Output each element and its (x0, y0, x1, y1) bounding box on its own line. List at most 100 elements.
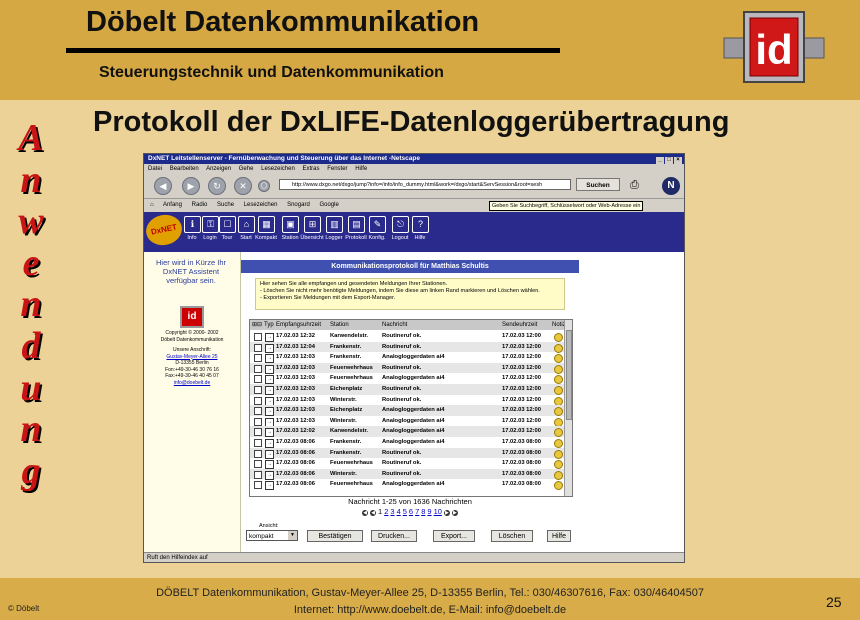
view-select[interactable]: kompakt ▼ (246, 530, 298, 541)
row-checkbox[interactable] (254, 460, 262, 469)
url-go-icon[interactable]: ◯ (258, 180, 270, 192)
chevron-down-icon[interactable]: ▼ (288, 531, 297, 540)
table-row[interactable]: → 17.02.03 12:03 Feuerwehrhaus Routineruf o… (250, 362, 564, 374)
table-row[interactable]: → 17.02.03 08:06 Feuerwehrhaus Routineruf o… (250, 458, 564, 470)
bookmark-anfang[interactable]: Anfang (163, 202, 182, 208)
nav--bersicht-icon[interactable]: ⊞ (304, 216, 321, 233)
nav-label[interactable]: Logger (322, 235, 346, 241)
table-row[interactable]: → 17.02.03 12:32 Karwendelstr. Routineruf o… (250, 331, 564, 342)
table-row[interactable]: → 17.02.03 08:06 Winterstr. Routineruf ok. 1… (250, 468, 564, 480)
back-icon[interactable]: ◀ (154, 177, 172, 195)
nav-start-icon[interactable]: ⌂ (238, 216, 255, 233)
col-nachricht[interactable]: Nachricht (382, 320, 407, 330)
table-row[interactable]: → 17.02.03 12:03 Eichenplatz Analogloggerda… (250, 405, 564, 417)
table-row[interactable]: → 17.02.03 08:06 Frankenstr. Analogloggerda… (250, 437, 564, 448)
page-link[interactable]: 5 (403, 507, 407, 516)
bookmark-lesezeichen[interactable]: Lesezeichen (244, 202, 278, 208)
row-checkbox[interactable] (254, 375, 262, 384)
page-link[interactable]: 10 (434, 507, 442, 516)
nav-info-icon[interactable]: ℹ (184, 216, 201, 233)
menu-hilfe[interactable]: Hilfe (355, 166, 367, 172)
delete-button[interactable]: Löschen (491, 530, 533, 542)
row-checkbox[interactable] (254, 364, 262, 373)
row-checkbox[interactable] (254, 417, 262, 426)
nav-label[interactable]: Übersicht (300, 235, 324, 241)
table-row[interactable]: → 17.02.03 08:06 Frankenstr. Routineruf ok.… (250, 447, 564, 459)
help-button[interactable]: Hilfe (547, 530, 571, 542)
bookmark-radio[interactable]: Radio (192, 202, 208, 208)
expand-icon[interactable]: ⊞⊟ (252, 320, 262, 330)
table-row[interactable]: → 17.02.03 12:03 Winterstr. Analogloggerdat… (250, 416, 564, 427)
col-station[interactable]: Station (330, 320, 349, 330)
menu-lesezeichen[interactable]: Lesezeichen (261, 166, 295, 172)
nav-logout-icon[interactable]: ⎋ (392, 216, 409, 233)
nav-protokoll-icon[interactable]: ▤ (348, 216, 365, 233)
search-button[interactable]: Suchen (576, 178, 620, 191)
row-checkbox[interactable] (254, 333, 262, 341)
menu-extras[interactable]: Extras (303, 166, 320, 172)
stop-icon[interactable]: ✕ (234, 177, 252, 195)
print-button[interactable]: Drucken... (371, 530, 417, 542)
table-row[interactable]: → 17.02.03 08:06 Feuerwehrhaus Analoglogger… (250, 479, 564, 491)
nav-konfig--icon[interactable]: ✎ (369, 216, 386, 233)
last-page-icon[interactable]: ▶ (451, 510, 458, 516)
menu-anzeigen[interactable]: Anzeigen (206, 166, 231, 172)
page-link[interactable]: 7 (415, 507, 419, 516)
bookmark-suche[interactable]: Suche (217, 202, 234, 208)
table-row[interactable]: → 17.02.03 12:03 Feuerwehrhaus Analoglogger… (250, 373, 564, 385)
page-link[interactable]: 1 (378, 507, 382, 516)
page-link[interactable]: 6 (409, 507, 413, 516)
page-link[interactable]: 8 (421, 507, 425, 516)
row-checkbox[interactable] (254, 386, 262, 394)
table-row[interactable]: → 17.02.03 12:02 Karwendelstr. Analoglogger… (250, 426, 564, 438)
scroll-thumb[interactable] (566, 330, 572, 420)
row-checkbox[interactable] (254, 407, 262, 416)
menu-bearbeiten[interactable]: Bearbeiten (170, 166, 199, 172)
nav-label[interactable]: Kompakt (254, 235, 278, 241)
nav-logger-icon[interactable]: ▥ (326, 216, 343, 233)
table-row[interactable]: → 17.02.03 12:03 Winterstr. Routineruf ok. 1… (250, 395, 564, 406)
row-checkbox[interactable] (254, 428, 262, 437)
nav-hilfe-icon[interactable]: ? (412, 216, 429, 233)
nav-tour-icon[interactable]: ☐ (219, 216, 236, 233)
nav-label[interactable]: Hilfe (408, 235, 432, 241)
row-checkbox[interactable] (254, 354, 262, 363)
prev-page-icon[interactable]: ◀ (370, 510, 377, 516)
nav-kompakt-icon[interactable]: ▦ (258, 216, 275, 233)
table-row[interactable]: → 17.02.03 12:04 Frankenstr. Routineruf ok.… (250, 341, 564, 353)
bookmark-snogard[interactable]: Snogard (287, 202, 310, 208)
maximize-icon[interactable]: □ (665, 157, 673, 164)
nav-station-icon[interactable]: ▣ (282, 216, 299, 233)
home-icon[interactable]: ⌂ (150, 202, 154, 208)
menu-gehe[interactable]: Gehe (239, 166, 254, 172)
nav-label[interactable]: Station (278, 235, 302, 241)
minimize-icon[interactable]: _ (656, 157, 664, 164)
url-field[interactable]: http://www.dxgo.net/dxgo/jump?info=/info… (279, 179, 571, 190)
menu-datei[interactable]: Datei (148, 166, 162, 172)
bookmark-google[interactable]: Google (319, 202, 338, 208)
row-checkbox[interactable] (254, 449, 262, 458)
forward-icon[interactable]: ▶ (182, 177, 200, 195)
close-icon[interactable]: × (674, 157, 682, 164)
row-checkbox[interactable] (254, 470, 262, 479)
page-link[interactable]: 4 (397, 507, 401, 516)
row-checkbox[interactable] (254, 439, 262, 447)
nav-label[interactable]: Konfig. (365, 235, 389, 241)
note-icon[interactable] (554, 481, 563, 491)
table-row[interactable]: → 17.02.03 12:03 Frankenstr. Analogloggerda… (250, 352, 564, 364)
table-scrollbar[interactable] (564, 320, 572, 496)
col-empfangsuhrzeit[interactable]: Empfangsuhrzeit (276, 320, 321, 330)
row-checkbox[interactable] (254, 396, 262, 405)
first-page-icon[interactable]: ◀ (362, 510, 369, 516)
menu-fenster[interactable]: Fenster (327, 166, 347, 172)
export-button[interactable]: Export... (433, 530, 475, 542)
reload-icon[interactable]: ↻ (208, 177, 226, 195)
col-sendeuhrzeit[interactable]: Sendeuhrzeit (502, 320, 537, 330)
nav-login-icon[interactable]: ⚿ (202, 216, 219, 233)
page-link[interactable]: 9 (427, 507, 431, 516)
table-row[interactable]: → 17.02.03 12:03 Eichenplatz Routineruf ok.… (250, 384, 564, 395)
page-link[interactable]: 3 (390, 507, 394, 516)
page-link[interactable]: 2 (384, 507, 388, 516)
next-page-icon[interactable]: ▶ (443, 510, 450, 516)
email-link[interactable]: info@doebelt.de (148, 380, 236, 387)
